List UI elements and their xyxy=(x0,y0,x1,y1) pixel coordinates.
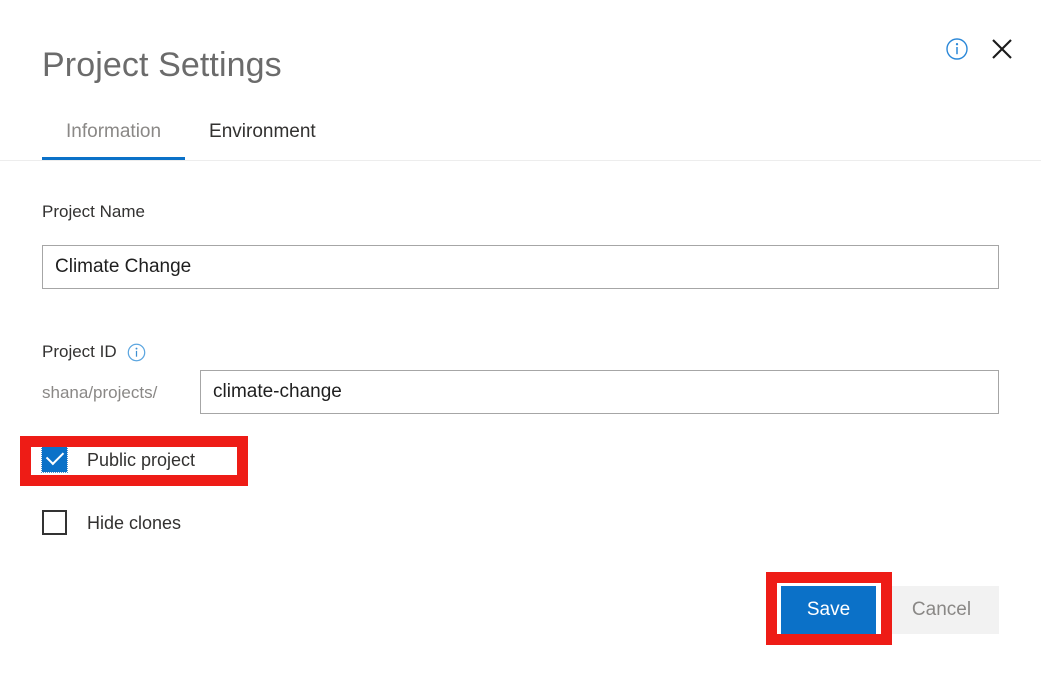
page-title: Project Settings xyxy=(42,46,282,84)
project-settings-dialog: Project Settings Information Environment… xyxy=(0,0,1041,677)
header-divider xyxy=(0,160,1041,161)
project-id-info-circle-icon[interactable] xyxy=(127,343,146,362)
tab-information[interactable]: Information xyxy=(42,120,186,160)
project-id-input[interactable] xyxy=(200,370,999,414)
project-name-label: Project Name xyxy=(42,202,145,221)
checkmark-icon xyxy=(45,446,65,466)
close-icon[interactable] xyxy=(989,36,1015,62)
header-actions xyxy=(945,36,1015,62)
project-name-input[interactable] xyxy=(42,245,999,289)
tab-bar: Information Environment xyxy=(42,120,340,160)
dialog-header: Project Settings Information Environment xyxy=(0,0,1041,162)
hide-clones-label: Hide clones xyxy=(87,512,182,533)
tab-environment[interactable]: Environment xyxy=(185,120,340,160)
project-id-label-row: Project ID xyxy=(42,341,146,363)
public-project-checkbox-row[interactable]: Public project xyxy=(41,446,196,473)
tab-information-label: Information xyxy=(66,121,162,142)
info-circle-icon[interactable] xyxy=(945,37,969,61)
cancel-button[interactable]: Cancel xyxy=(884,586,999,634)
project-id-label: Project ID xyxy=(42,342,117,361)
tab-environment-label: Environment xyxy=(209,121,316,142)
save-button[interactable]: Save xyxy=(781,586,876,634)
hide-clones-checkbox-row[interactable]: Hide clones xyxy=(42,510,181,535)
public-project-checkbox[interactable] xyxy=(41,446,68,473)
hide-clones-checkbox[interactable] xyxy=(42,510,67,535)
project-id-prefix: shana/projects/ xyxy=(42,383,158,402)
public-project-label: Public project xyxy=(87,449,196,470)
